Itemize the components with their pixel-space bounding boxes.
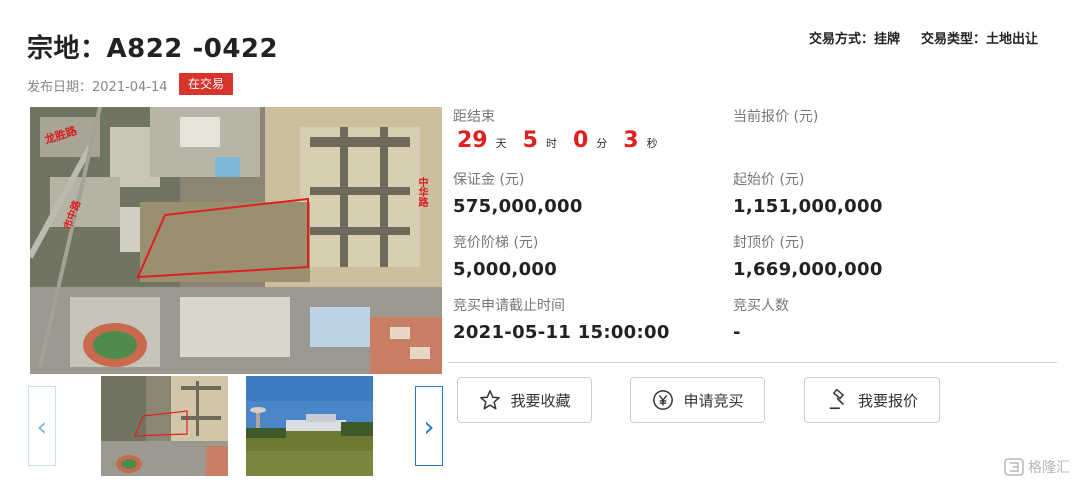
deadline-value: 2021-05-11 15:00:00 xyxy=(453,322,670,343)
deposit-label: 保证金 (元) xyxy=(453,172,525,188)
favorite-label: 我要收藏 xyxy=(510,391,571,410)
road-label-zhonghua: 中华路 xyxy=(416,177,427,207)
apply-bid-label: 申请竞买 xyxy=(683,391,744,410)
status-badge: 在交易 xyxy=(179,73,233,95)
countdown-days: 29 xyxy=(457,128,488,153)
submit-quote-button[interactable]: 我要报价 xyxy=(804,377,940,423)
countdown-minutes: 0 xyxy=(572,128,589,153)
countdown-hours-unit: 时 xyxy=(545,137,557,150)
countdown-seconds: 3 xyxy=(623,128,639,153)
thumb-prev-button[interactable]: ‹ xyxy=(28,386,56,466)
deadline-label: 竞买申请截止时间 xyxy=(453,298,565,314)
cap-price-value: 1,669,000,000 xyxy=(733,259,883,280)
start-price-label: 起始价 (元) xyxy=(733,172,805,188)
increment-value: 5,000,000 xyxy=(453,259,558,280)
publish-date: 发布日期：2021-04-14 xyxy=(27,80,168,95)
chevron-left-icon: ‹ xyxy=(36,409,48,443)
trade-method: 交易方式：挂牌 xyxy=(809,32,901,47)
countdown-seconds-unit: 秒 xyxy=(646,137,658,150)
current-price-label: 当前报价 (元) xyxy=(733,109,819,125)
watermark-logo-icon xyxy=(1004,458,1024,476)
countdown-minutes-unit: 分 xyxy=(596,137,608,150)
chevron-right-icon: › xyxy=(423,409,435,443)
countdown-timer: 29 天 5 时 0 分 3 秒 xyxy=(457,128,674,153)
start-price-value: 1,151,000,000 xyxy=(733,196,883,217)
thumbnail-aerial[interactable] xyxy=(101,376,228,476)
bidders-label: 竞买人数 xyxy=(733,298,789,314)
thumb-next-button[interactable]: › xyxy=(415,386,443,466)
trade-type: 交易类型：土地出让 xyxy=(921,32,1039,47)
apply-bid-button[interactable]: 申请竞买 xyxy=(630,377,765,423)
submit-quote-label: 我要报价 xyxy=(857,391,918,410)
star-icon xyxy=(478,388,502,412)
thumbnail-site-photo[interactable] xyxy=(246,376,373,476)
divider xyxy=(448,362,1057,363)
page-title: 宗地：A822 -0422 xyxy=(27,34,279,64)
increment-label: 竞价阶梯 (元) xyxy=(453,235,539,251)
yen-coin-icon xyxy=(651,388,675,412)
countdown-hours: 5 xyxy=(522,128,538,153)
watermark-text: 格隆汇 xyxy=(1028,460,1070,476)
cap-price-label: 封顶价 (元) xyxy=(733,235,805,251)
watermark: 格隆汇 xyxy=(1004,457,1070,477)
countdown-days-unit: 天 xyxy=(495,137,507,150)
bidders-value: - xyxy=(733,322,741,343)
favorite-button[interactable]: 我要收藏 xyxy=(457,377,592,423)
main-aerial-photo[interactable]: 龙胜路 中华路 市中路 xyxy=(30,107,442,374)
gavel-icon xyxy=(826,388,850,412)
deposit-value: 575,000,000 xyxy=(453,196,583,217)
countdown-label: 距结束 xyxy=(453,109,495,125)
